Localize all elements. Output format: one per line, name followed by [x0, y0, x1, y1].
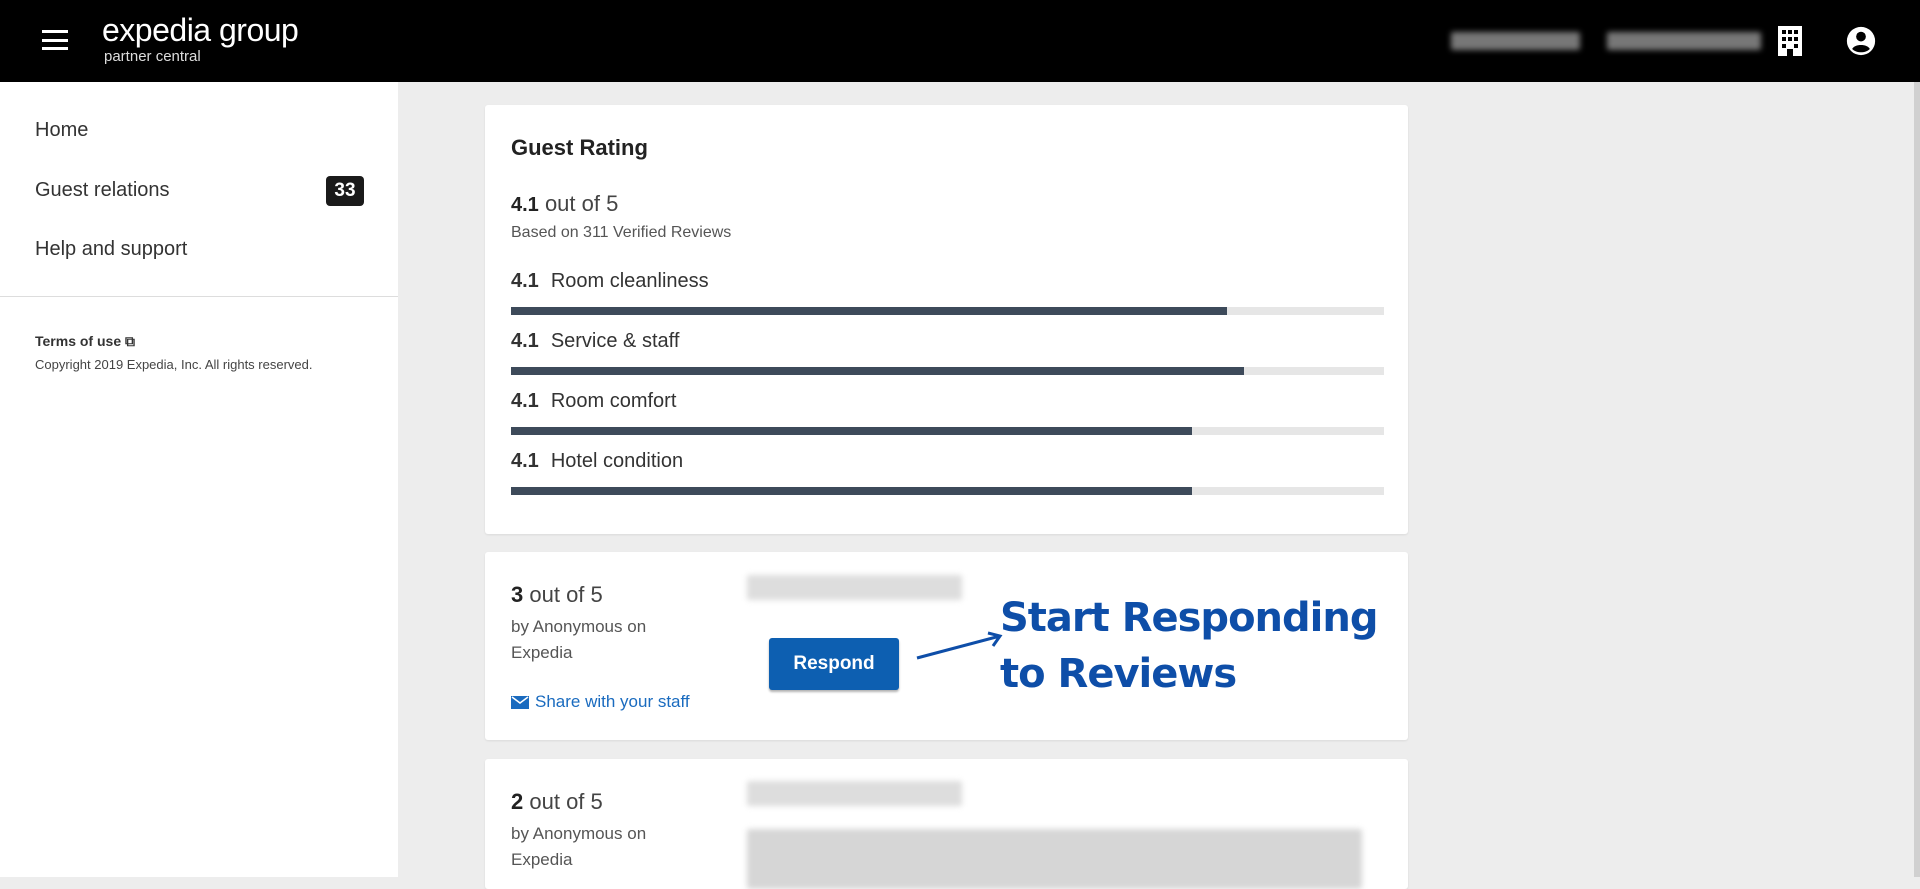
divider: [0, 296, 398, 297]
sidebar-item-home[interactable]: Home: [35, 119, 88, 142]
rating-category: 4.1 Hotel condition: [511, 450, 684, 472]
overall-score: 4.1 out of 5: [511, 191, 619, 216]
review-count: Based on 311 Verified Reviews: [511, 224, 732, 241]
rating-category: 4.1 Service & staff: [511, 330, 680, 352]
scrollbar[interactable]: [1914, 82, 1920, 877]
review-score: 3 out of 5: [511, 582, 603, 607]
card-title: Guest Rating: [511, 135, 648, 160]
building-icon[interactable]: [1775, 24, 1805, 58]
redacted-text: [747, 829, 1362, 889]
external-link-icon: ⧉: [125, 333, 135, 349]
rating-bar-fill: [511, 367, 1245, 375]
rating-bar: [511, 487, 1384, 495]
share-with-staff-link[interactable]: Share with your staff: [511, 692, 690, 712]
annotation-callout: Start Responding to Reviews: [1000, 595, 1378, 697]
redacted-text: [1607, 32, 1761, 50]
rating-bar-fill: [511, 427, 1192, 435]
sidebar-item-help[interactable]: Help and support: [35, 238, 187, 261]
rating-bar: [511, 307, 1384, 315]
rating-bar: [511, 367, 1384, 375]
rating-category: 4.1 Room comfort: [511, 390, 677, 412]
terms-link[interactable]: Terms of use ⧉: [35, 333, 135, 350]
rating-category: 4.1 Room cleanliness: [511, 270, 709, 292]
menu-icon[interactable]: [42, 30, 68, 50]
redacted-text: [747, 575, 962, 600]
respond-button[interactable]: Respond: [769, 638, 899, 690]
envelope-icon: [511, 695, 529, 709]
review-score: 2 out of 5: [511, 789, 603, 814]
copyright: Copyright 2019 Expedia, Inc. All rights …: [35, 357, 313, 372]
review-author: by Anonymous on Expedia: [511, 617, 647, 662]
redacted-text: [747, 781, 962, 806]
guest-relations-badge: 33: [326, 176, 364, 206]
top-bar: expedia group partner central: [0, 0, 1920, 82]
account-icon[interactable]: [1846, 24, 1876, 58]
arrow-icon: [916, 631, 1003, 660]
review-card: 2 out of 5 by Anonymous on Expedia: [485, 759, 1408, 889]
sidebar-item-guest-relations[interactable]: Guest relations: [35, 179, 170, 202]
redacted-text: [1451, 32, 1580, 50]
rating-bar-fill: [511, 307, 1227, 315]
logo[interactable]: expedia group partner central: [102, 12, 299, 65]
review-author: by Anonymous on Expedia: [511, 824, 647, 869]
guest-rating-card: Guest Rating 4.1 out of 5 Based on 311 V…: [485, 105, 1408, 534]
rating-bar-fill: [511, 487, 1192, 495]
rating-bar: [511, 427, 1384, 435]
